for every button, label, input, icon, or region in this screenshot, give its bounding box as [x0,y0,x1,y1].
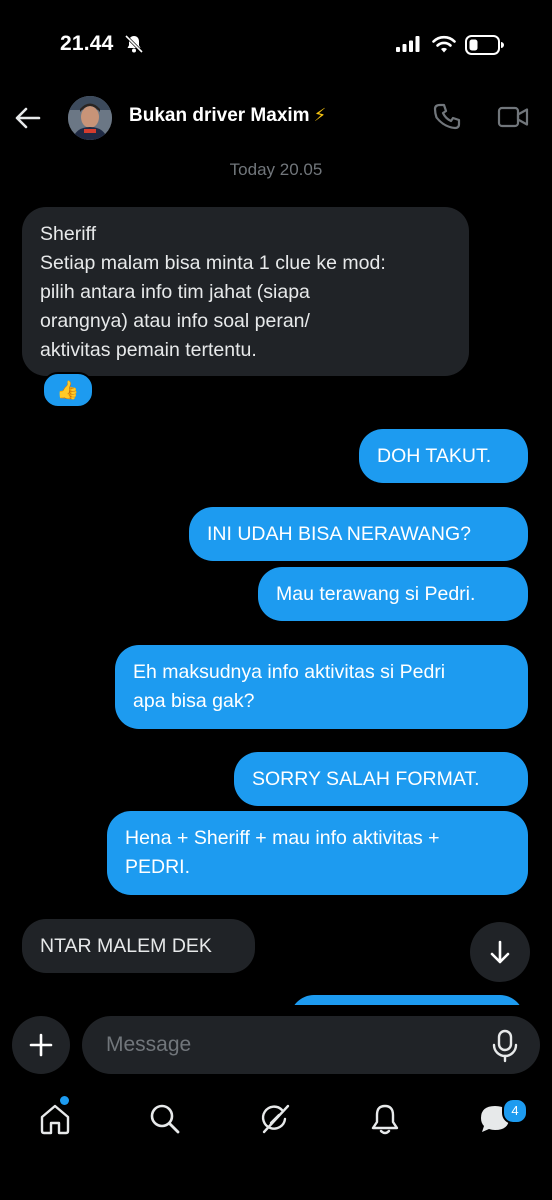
tab-home[interactable] [38,1102,72,1136]
tab-notifications[interactable] [368,1102,402,1136]
thumbs-up-reaction-icon[interactable]: 👍 [42,372,94,408]
back-arrow-icon[interactable] [14,104,42,132]
phone-call-icon[interactable] [432,102,462,132]
tab-search[interactable] [148,1102,182,1136]
grok-icon [261,1104,290,1134]
add-attachment-button[interactable] [12,1016,70,1074]
avatar[interactable] [68,96,112,140]
avatar-image [68,96,112,140]
message-bubble-outgoing[interactable]: SORRY SALAH FORMAT. [234,752,528,806]
message-bubble-outgoing[interactable]: Hena + Sheriff + mau info aktivitas + PE… [107,811,528,895]
battery-icon [465,35,504,55]
contact-name[interactable]: Bukan driver Maxim ⚡ [129,105,326,127]
home-icon [40,1104,70,1135]
message-input[interactable] [82,1016,540,1074]
video-call-icon[interactable] [496,102,530,132]
search-icon [150,1104,180,1134]
message-bubble-outgoing[interactable]: DOH TAKUT. [359,429,528,483]
bell-off-icon [124,34,144,54]
message-bubble-incoming[interactable]: Sheriff Setiap malam bisa minta 1 clue k… [22,207,469,376]
status-time: 21.44 [60,32,114,55]
scroll-to-bottom-button[interactable] [470,922,530,982]
messages-unread-badge: 4 [502,1098,528,1124]
message-bubble-incoming[interactable]: NTAR MALEM DEK [22,919,255,973]
bottom-tab-bar: 4 [0,1090,552,1150]
date-separator: Today 20.05 [229,160,323,179]
message-bubble-outgoing[interactable]: INI UDAH BISA NERAWANG? [189,507,528,561]
bell-icon [371,1104,399,1135]
contact-name-text: Bukan driver Maxim [129,105,310,126]
arrow-down-icon [490,940,510,964]
status-bar: 21.44 [0,0,552,90]
wifi-icon [432,35,456,53]
cellular-signal-icon [396,36,420,52]
plus-icon [29,1033,53,1057]
home-notification-dot [60,1096,69,1105]
microphone-icon[interactable] [490,1029,520,1063]
message-bubble-outgoing[interactable]: Mau terawang si Pedri. [258,567,528,621]
lightning-emoji-icon: ⚡ [313,105,327,125]
conversation-header: Bukan driver Maxim ⚡ [0,90,552,146]
message-bubble-outgoing[interactable]: Eh maksudnya info aktivitas si Pedri apa… [115,645,528,729]
tab-grok[interactable] [258,1102,292,1136]
message-composer [0,1005,552,1085]
